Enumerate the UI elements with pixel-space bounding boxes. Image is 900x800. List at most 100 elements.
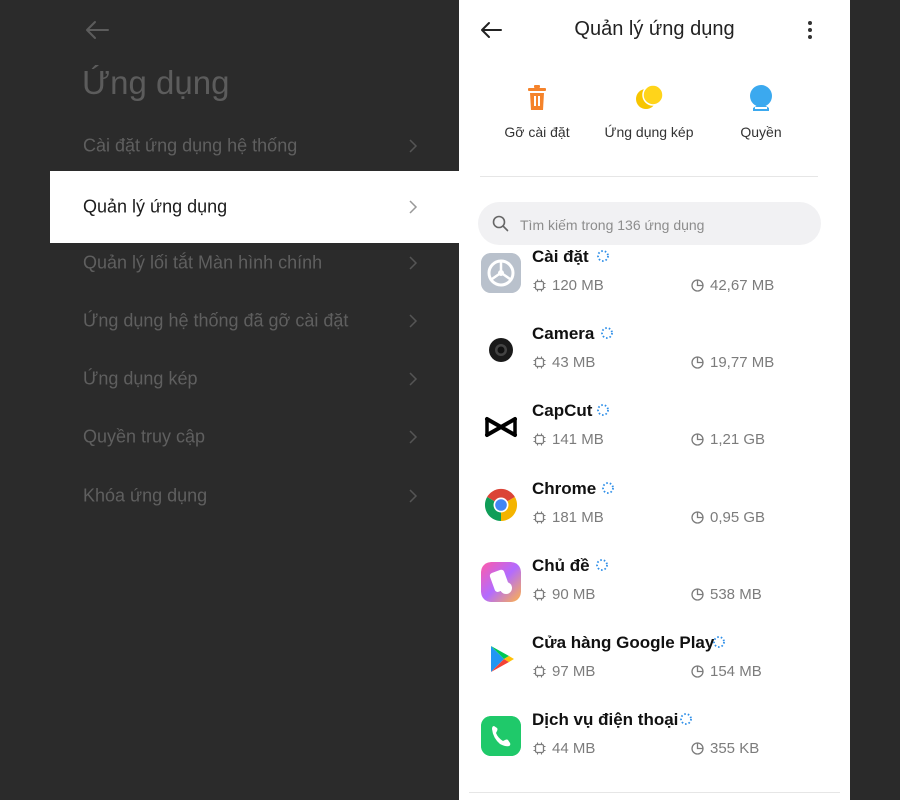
storage-value: 42,67 MB [710,277,775,294]
app-name: Cửa hàng Google Play [532,633,715,652]
menu-item-uninstalled-system-apps[interactable]: Ứng dụng hệ thống đã gỡ cài đặt [0,292,459,350]
chevron-right-icon [409,139,418,153]
menu-item-system-app-settings[interactable]: Cài đặt ứng dụng hệ thống [0,117,459,175]
menu-item-label: Ứng dụng hệ thống đã gỡ cài đặt [83,310,349,331]
storage-value: 1,21 GB [710,431,766,448]
memory-value: 43 MB [552,354,596,371]
app-storage: 1,21 GB [691,431,765,448]
loading-spinner-icon [713,636,725,648]
uninstall-button[interactable]: Gỡ cài đặt [472,82,602,140]
more-options-icon[interactable] [802,18,818,42]
menu-item-label: Quản lý ứng dụng [83,196,228,217]
app-storage: 19,77 MB [691,354,774,371]
app-row-themes[interactable]: Chủ đề 90 MB 538 MB [459,556,850,639]
search-bar[interactable] [478,202,821,247]
page-title: Ứng dụng [82,64,230,101]
menu-item-access-permissions[interactable]: Quyền truy cập [0,408,459,466]
chevron-right-icon [409,372,418,386]
app-memory: 90 MB [533,586,595,603]
app-row-settings[interactable]: Cài đặt 120 MB 42,67 MB [459,250,850,330]
play-store-app-icon [481,639,521,679]
permission-icon [750,85,772,111]
app-name: Dịch vụ điện thoại [532,710,679,729]
app-memory: 97 MB [533,663,595,680]
divider [480,176,818,177]
loading-spinner-icon [602,482,614,494]
loading-spinner-icon [596,559,608,571]
app-row-camera[interactable]: Camera 43 MB 19,77 MB [459,324,850,407]
menu-item-label: Quản lý lối tắt Màn hình chính [83,252,323,273]
capcut-app-icon [481,407,521,447]
app-row-chrome[interactable]: Chrome 181 MB 0,95 GB [459,479,850,562]
app-row-phone-services[interactable]: Dịch vụ điện thoại 44 MB 355 KB [459,710,850,793]
memory-chip-icon [533,511,546,524]
app-storage: 42,67 MB [691,277,774,294]
memory-value: 44 MB [552,740,596,757]
storage-pie-icon [691,511,704,524]
storage-pie-icon [691,279,704,292]
settings-apps-page: Ứng dụng Cài đặt ứng dụng hệ thống Quản … [0,0,459,800]
screen-title: Quản lý ứng dụng [574,18,735,40]
app-memory: 120 MB [533,277,604,294]
menu-item-home-shortcuts[interactable]: Quản lý lối tắt Màn hình chính [0,234,459,292]
chevron-right-icon [409,256,418,270]
phone-services-app-icon [481,716,521,756]
back-arrow-icon[interactable] [84,18,110,42]
storage-pie-icon [691,356,704,369]
loading-spinner-icon [680,713,692,725]
divider [469,792,840,793]
storage-pie-icon [691,588,704,601]
app-management-screen: Quản lý ứng dụng Gỡ cài đặt Ứng dụng kép… [459,0,850,800]
storage-value: 355 KB [710,740,760,757]
search-input[interactable] [518,202,812,247]
memory-chip-icon [533,588,546,601]
camera-app-icon [481,330,521,370]
search-icon [492,215,509,232]
chevron-right-icon [409,489,418,503]
menu-item-label: Cài đặt ứng dụng hệ thống [83,135,298,156]
memory-value: 181 MB [552,509,604,526]
app-row-capcut[interactable]: CapCut 141 MB 1,21 GB [459,401,850,484]
uninstall-label: Gỡ cài đặt [504,124,570,140]
memory-value: 120 MB [552,277,604,294]
dual-circles-icon [636,84,664,109]
storage-pie-icon [691,433,704,446]
settings-app-icon [481,253,521,293]
menu-item-label: Quyền truy cập [83,426,206,447]
memory-chip-icon [533,433,546,446]
app-memory: 43 MB [533,354,595,371]
menu-item-label: Khóa ứng dụng [83,485,208,506]
memory-value: 141 MB [552,431,604,448]
app-storage: 538 MB [691,586,762,603]
storage-pie-icon [691,742,704,755]
storage-value: 0,95 GB [710,509,766,526]
app-name: Chủ đề [532,556,590,575]
app-name: Camera [532,324,595,343]
chevron-right-icon [409,314,418,328]
dual-apps-button[interactable]: Ứng dụng kép [584,82,714,140]
app-storage: 0,95 GB [691,509,765,526]
app-storage: 355 KB [691,740,759,757]
menu-item-dual-apps[interactable]: Ứng dụng kép [0,350,459,408]
loading-spinner-icon [597,404,609,416]
app-memory: 44 MB [533,740,595,757]
app-storage: 154 MB [691,663,762,680]
memory-value: 97 MB [552,663,596,680]
app-name: Cài đặt [532,250,589,266]
loading-spinner-icon [601,327,613,339]
app-row-play-store[interactable]: Cửa hàng Google Play 97 MB 154 MB [459,633,850,716]
storage-value: 154 MB [710,663,762,680]
app-memory: 181 MB [533,509,604,526]
menu-item-app-lock[interactable]: Khóa ứng dụng [0,467,459,525]
menu-item-app-management[interactable]: Quản lý ứng dụng [50,171,459,243]
memory-chip-icon [533,356,546,369]
memory-chip-icon [533,665,546,678]
app-list[interactable]: Cài đặt 120 MB 42,67 MB Camera 43 MB 19,… [459,250,850,800]
app-memory: 141 MB [533,431,604,448]
background-strip [850,0,900,800]
chevron-right-icon [409,430,418,444]
storage-value: 538 MB [710,586,762,603]
permissions-button[interactable]: Quyền [696,82,826,140]
chrome-app-icon [481,485,521,525]
memory-chip-icon [533,742,546,755]
